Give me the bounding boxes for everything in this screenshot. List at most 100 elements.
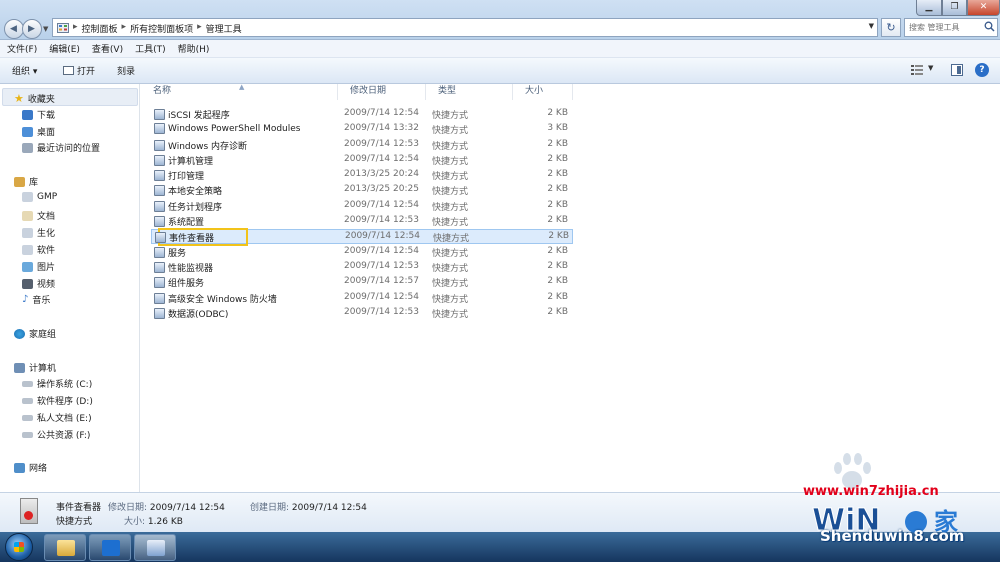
search-box[interactable] bbox=[904, 18, 998, 37]
refresh-icon: ↻ bbox=[886, 21, 896, 34]
menu-help[interactable]: 帮助(H) bbox=[178, 42, 210, 55]
menu-edit[interactable]: 编辑(E) bbox=[49, 42, 80, 55]
shortcut-icon bbox=[154, 293, 165, 304]
nav-computer[interactable]: 计算机 bbox=[14, 361, 56, 374]
table-row[interactable]: Windows PowerShell Modules 2009/7/14 13:… bbox=[151, 122, 573, 137]
breadcrumb-all-items[interactable]: 所有控制面板项 bbox=[130, 22, 193, 35]
nav-videos[interactable]: 视频 bbox=[22, 277, 55, 290]
drive-icon bbox=[22, 397, 33, 404]
breadcrumb-admin-tools[interactable]: 管理工具 bbox=[206, 22, 242, 35]
documents-icon bbox=[22, 210, 33, 221]
table-row[interactable]: 高级安全 Windows 防火墙 2009/7/14 12:54 快捷方式 2 … bbox=[151, 291, 573, 306]
file-size: 2 KB bbox=[547, 169, 568, 179]
arrow-right-icon: ▶ bbox=[28, 24, 35, 34]
nav-favorites[interactable]: ★ 收藏夹 bbox=[14, 92, 55, 105]
table-row[interactable]: 任务计划程序 2009/7/14 12:54 快捷方式 2 KB bbox=[151, 199, 573, 214]
nav-drive-d-label: 软件程序 (D:) bbox=[37, 397, 93, 407]
file-size: 2 KB bbox=[547, 276, 568, 286]
nav-drive-f[interactable]: 公共资源 (F:) bbox=[22, 428, 90, 441]
shortcut-icon bbox=[154, 109, 165, 120]
table-row-selected[interactable]: 事件查看器 2009/7/14 12:54 快捷方式 2 KB bbox=[151, 228, 573, 246]
column-header-name[interactable]: ▲ 名称 bbox=[141, 83, 338, 100]
start-button[interactable] bbox=[5, 533, 33, 561]
nav-drive-e[interactable]: 私人文档 (E:) bbox=[22, 411, 92, 424]
views-dropdown[interactable]: ▼ bbox=[928, 64, 933, 72]
column-header-size[interactable]: 大小 bbox=[513, 84, 573, 100]
table-row[interactable]: 性能监视器 2009/7/14 12:53 快捷方式 2 KB bbox=[151, 260, 573, 275]
details-created-value: 2009/7/14 12:54 bbox=[291, 503, 367, 513]
minimize-button[interactable]: ▁ bbox=[916, 0, 942, 16]
search-input[interactable] bbox=[909, 20, 987, 35]
breadcrumb-control-panel[interactable]: 控制面板 bbox=[82, 22, 118, 35]
shortcut-icon bbox=[154, 185, 165, 196]
details-size-label: 大小: bbox=[124, 517, 146, 527]
forward-button[interactable]: ▶ bbox=[22, 19, 42, 39]
shortcut-icon bbox=[154, 170, 165, 181]
file-list: ▲ 名称 修改日期 类型 大小 iSCSI 发起程序 2009/7/14 12:… bbox=[141, 83, 1000, 492]
table-row[interactable]: iSCSI 发起程序 2009/7/14 12:54 快捷方式 2 KB bbox=[151, 107, 573, 122]
column-header-date[interactable]: 修改日期 bbox=[338, 84, 426, 100]
back-button[interactable]: ◀ bbox=[4, 19, 24, 39]
nav-drive-d[interactable]: 软件程序 (D:) bbox=[22, 394, 93, 407]
table-row[interactable]: 计算机管理 2009/7/14 12:54 快捷方式 2 KB bbox=[151, 153, 573, 168]
nav-libraries[interactable]: 库 bbox=[14, 175, 38, 188]
taskbar-maxthon-button[interactable] bbox=[89, 534, 131, 561]
nav-shenghua-label: 生化 bbox=[37, 229, 56, 239]
nav-network-label: 网络 bbox=[29, 464, 48, 474]
menu-tools[interactable]: 工具(T) bbox=[135, 42, 166, 55]
table-row[interactable]: 服务 2009/7/14 12:54 快捷方式 2 KB bbox=[151, 245, 573, 260]
taskbar-explorer-button[interactable] bbox=[44, 534, 86, 561]
nav-downloads[interactable]: 下载 bbox=[22, 108, 55, 121]
maximize-button[interactable]: ❐ bbox=[942, 0, 967, 16]
file-size: 3 KB bbox=[547, 123, 568, 133]
help-icon[interactable]: ? bbox=[975, 63, 989, 77]
address-history-dropdown[interactable]: ▼ bbox=[869, 22, 874, 30]
open-button[interactable]: 打开 bbox=[63, 64, 95, 77]
table-row[interactable]: 系统配置 2009/7/14 12:53 快捷方式 2 KB bbox=[151, 214, 573, 229]
nav-network[interactable]: 网络 bbox=[14, 461, 47, 474]
close-button[interactable]: ✕ bbox=[967, 0, 1000, 16]
nav-documents[interactable]: 文档 bbox=[22, 209, 55, 222]
table-row[interactable]: 打印管理 2013/3/25 20:24 快捷方式 2 KB bbox=[151, 168, 573, 183]
menu-view[interactable]: 查看(V) bbox=[92, 42, 123, 55]
homegroup-icon bbox=[14, 328, 25, 339]
breadcrumb-separator[interactable]: ▸ bbox=[197, 22, 202, 35]
nav-homegroup[interactable]: 家庭组 bbox=[14, 327, 56, 340]
nav-software[interactable]: 软件 bbox=[22, 243, 55, 256]
control-panel-icon bbox=[57, 23, 69, 33]
column-header-type[interactable]: 类型 bbox=[426, 84, 513, 100]
organize-button[interactable]: 组织 ▾ bbox=[12, 64, 37, 77]
table-row[interactable]: Windows 内存诊断 2009/7/14 12:53 快捷方式 2 KB bbox=[151, 138, 573, 153]
taskbar-control-panel-button[interactable] bbox=[134, 534, 176, 561]
refresh-button[interactable]: ↻ bbox=[881, 18, 901, 37]
nav-shenghua[interactable]: 生化 bbox=[22, 226, 55, 239]
nav-recent-places[interactable]: 最近访问的位置 bbox=[22, 141, 100, 154]
file-name: Windows 内存诊断 bbox=[168, 142, 248, 152]
file-size: 2 KB bbox=[547, 261, 568, 271]
restore-icon: ❐ bbox=[950, 2, 959, 12]
nav-drive-c[interactable]: 操作系统 (C:) bbox=[22, 377, 92, 390]
nav-desktop[interactable]: 桌面 bbox=[22, 125, 55, 138]
burn-button[interactable]: 刻录 bbox=[117, 64, 135, 77]
file-name: 数据源(ODBC) bbox=[168, 310, 229, 320]
recent-places-icon bbox=[22, 142, 33, 153]
address-bar[interactable]: ▸ 控制面板 ▸ 所有控制面板项 ▸ 管理工具 ▼ bbox=[52, 18, 878, 37]
table-row[interactable]: 本地安全策略 2013/3/25 20:25 快捷方式 2 KB bbox=[151, 183, 573, 198]
views-icon[interactable] bbox=[911, 65, 923, 75]
nav-music[interactable]: ♪ 音乐 bbox=[22, 293, 50, 306]
preview-pane-button[interactable] bbox=[951, 64, 963, 76]
recent-pages-dropdown[interactable]: ▼ bbox=[43, 25, 48, 33]
file-date: 2009/7/14 12:54 bbox=[344, 108, 419, 118]
table-row[interactable]: 组件服务 2009/7/14 12:57 快捷方式 2 KB bbox=[151, 275, 573, 290]
table-row[interactable]: 数据源(ODBC) 2009/7/14 12:53 快捷方式 2 KB bbox=[151, 306, 573, 321]
details-modified-label: 修改日期: bbox=[108, 503, 148, 513]
menu-file[interactable]: 文件(F) bbox=[7, 42, 37, 55]
breadcrumb-separator[interactable]: ▸ bbox=[122, 22, 127, 35]
file-date: 2009/7/14 12:54 bbox=[345, 231, 420, 241]
details-modified-value: 2009/7/14 12:54 bbox=[149, 503, 225, 513]
nav-gmp[interactable]: GMP bbox=[22, 192, 57, 202]
nav-favorites-label: 收藏夹 bbox=[27, 95, 55, 105]
library-folder-icon bbox=[22, 192, 33, 202]
search-icon[interactable] bbox=[984, 21, 995, 32]
nav-pictures[interactable]: 图片 bbox=[22, 260, 55, 273]
